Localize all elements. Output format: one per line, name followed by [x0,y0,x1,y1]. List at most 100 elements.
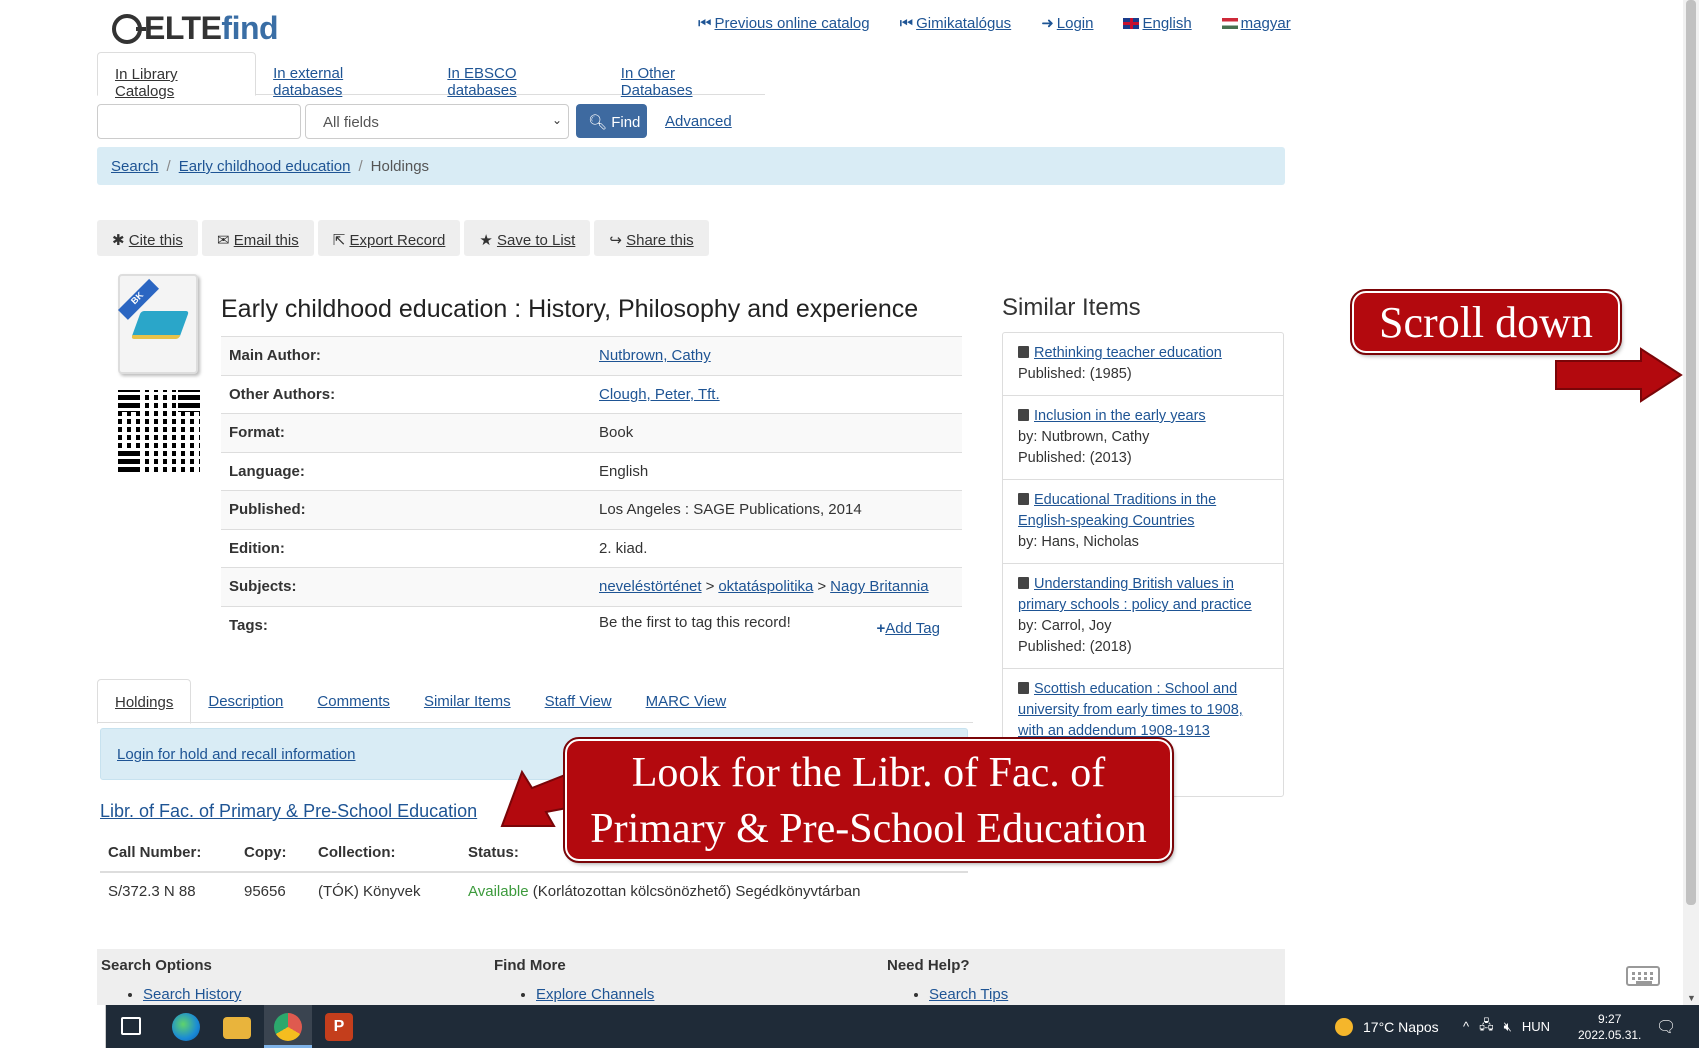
cite-button[interactable]: ✱ Cite this [97,220,198,256]
task-view-icon[interactable] [121,1017,141,1035]
share-icon: ↪ [609,232,622,249]
qr-code [118,390,200,472]
nav-previous-catalog[interactable]: ⏮ Previous online catalog [698,14,870,32]
add-tag-button[interactable]: +Add Tag [876,620,940,637]
tab-description[interactable]: Description [191,679,300,722]
sun-icon [1335,1017,1353,1036]
network-icon[interactable]: 🖧︎ [1479,1016,1494,1038]
other-author-link[interactable]: Clough, Peter, Tft. [599,386,720,403]
chevron-up-icon[interactable]: ^ [1463,1019,1469,1034]
nav-magyar[interactable]: magyar [1221,14,1291,32]
notifications-icon[interactable]: 🗨︎ [1656,1005,1676,1048]
list-item: Educational Traditions in the English-sp… [1003,480,1283,564]
windows-taskbar: P 17°C Napos ^ 🖧︎ 🔇︎ HUN 9:27 2022.05.31… [0,1005,1699,1048]
tab-staff-view[interactable]: Staff View [528,679,629,722]
file-explorer-icon[interactable] [223,1017,251,1039]
search-type-value: All fields [323,114,379,131]
nav-login[interactable]: ➜ Login [1041,14,1093,33]
list-item: Inclusion in the early years by: Nutbrown… [1003,396,1283,480]
language-value: English [591,451,962,491]
taskbar-search-area[interactable] [0,1005,106,1048]
keyboard-icon[interactable] [1626,966,1660,986]
search-input[interactable] [97,104,301,139]
tags-value: Be the first to tag this record! [599,614,791,631]
nav-english[interactable]: English [1123,14,1192,32]
tab-ebsco-databases[interactable]: In EBSCO databases [430,52,603,99]
weather-widget[interactable]: 17°C Napos [1335,1005,1439,1048]
detail-row: Main Author: Nutbrown, Cathy [221,336,962,375]
save-to-list-button[interactable]: ★ Save to List [464,220,591,256]
similar-items-list: Rethinking teacher education Published: (… [1002,332,1284,797]
email-button[interactable]: ✉ Email this [201,220,314,256]
copy-number: 95656 [236,871,310,910]
arrow-right-icon [1555,347,1683,403]
search-tips-link[interactable]: Search Tips [929,986,1008,1003]
breadcrumb-current: Holdings [370,158,430,175]
search-icon: 🔍︎ [588,114,608,131]
record-title: Early childhood education : History, Phi… [221,295,919,323]
footer-find-more: Find MoreExplore Channels [494,957,654,1003]
login-hold-link[interactable]: Login for hold and recall information [117,746,355,763]
share-button[interactable]: ↪ Share this [594,220,709,256]
published-value: Los Angeles : SAGE Publications, 2014 [591,490,962,529]
search-type-select[interactable]: All fields ⌄ [305,104,569,139]
book-icon [1018,493,1029,505]
vertical-scrollbar[interactable]: ▼ [1683,0,1699,1005]
tab-external-databases[interactable]: In external databases [256,52,430,99]
library-hint-callout: Look for the Libr. of Fac. of Primary & … [563,737,1174,863]
breadcrumb-search[interactable]: Search [111,158,159,175]
star-icon: ★ [479,232,493,249]
login-icon: ➜ [1041,15,1054,32]
tab-similar-items[interactable]: Similar Items [407,679,528,722]
book-icon [1018,409,1029,421]
main-author-link[interactable]: Nutbrown, Cathy [599,347,711,364]
tab-holdings[interactable]: Holdings [97,679,192,724]
find-button[interactable]: 🔍︎ Find [576,104,647,138]
tab-other-databases[interactable]: In Other Databases [604,52,765,99]
record-toolbar: ✱ Cite this ✉ Email this ⇱ Export Record… [97,220,709,256]
collection: (TÓK) Könyvek [310,871,460,910]
language-indicator[interactable]: HUN [1522,1019,1550,1034]
nav-gimikatalogus[interactable]: ⏮ Gimikatalógus [900,14,1012,32]
clock[interactable]: 9:27 2022.05.31. [1578,1011,1641,1043]
record-details: Main Author: Nutbrown, Cathy Other Author… [221,336,962,645]
subject-link[interactable]: Nagy Britannia [830,578,928,595]
book-icon [1018,346,1029,358]
asterisk-icon: ✱ [112,232,125,249]
subjects-value: neveléstörténet > oktatáspolitika > Nagy Bri… [591,567,962,606]
hungary-flag-icon [1221,17,1238,29]
edition-value: 2. kiad. [591,528,962,568]
list-item: Rethinking teacher education Published: (… [1003,333,1283,396]
subject-link[interactable]: oktatáspolitika [718,578,813,595]
book-icon [130,311,190,339]
list-item: Understanding British values in primary … [1003,564,1283,669]
detail-row: Edition: 2. kiad. [221,528,962,568]
breadcrumb-record[interactable]: Early childhood education [179,158,351,175]
tab-library-catalogs[interactable]: In Library Catalogs [97,52,257,100]
chevron-down-icon: ⌄ [551,113,562,127]
edge-icon[interactable] [172,1013,200,1041]
detail-row: Published: Los Angeles : SAGE Publication… [221,490,962,529]
volume-muted-icon[interactable]: 🔇︎ [1504,1019,1512,1035]
logo-ring-icon [112,13,146,44]
step-back-icon: ⏮ [899,14,914,32]
powerpoint-icon[interactable]: P [325,1013,353,1041]
tab-marc-view[interactable]: MARC View [629,679,744,722]
detail-row: Subjects: neveléstörténet > oktatáspolitik… [221,567,962,606]
system-tray: ^ 🖧︎ 🔇︎ HUN [1463,1005,1550,1048]
scrollbar-thumb[interactable] [1686,0,1696,905]
explore-channels-link[interactable]: Explore Channels [536,986,654,1003]
chrome-active-indicator [264,1005,312,1048]
tab-comments[interactable]: Comments [300,679,407,722]
footer: Search OptionsSearch History Find MoreEx… [97,949,1285,1009]
library-name-link[interactable]: Libr. of Fac. of Primary & Pre-School Ed… [100,801,477,822]
step-back-icon: ⏮ [698,14,712,32]
external-link-icon: ⇱ [332,232,346,249]
scroll-down-icon[interactable]: ▼ [1687,993,1696,1003]
detail-row: Tags: Be the first to tag this record! +A… [221,605,962,645]
export-button[interactable]: ⇱ Export Record [317,220,461,256]
eltefind-logo[interactable]: ELTE find [112,10,279,47]
search-history-link[interactable]: Search History [143,986,241,1003]
advanced-search-link[interactable]: Advanced [665,113,732,130]
subject-link[interactable]: neveléstörténet [599,578,702,595]
